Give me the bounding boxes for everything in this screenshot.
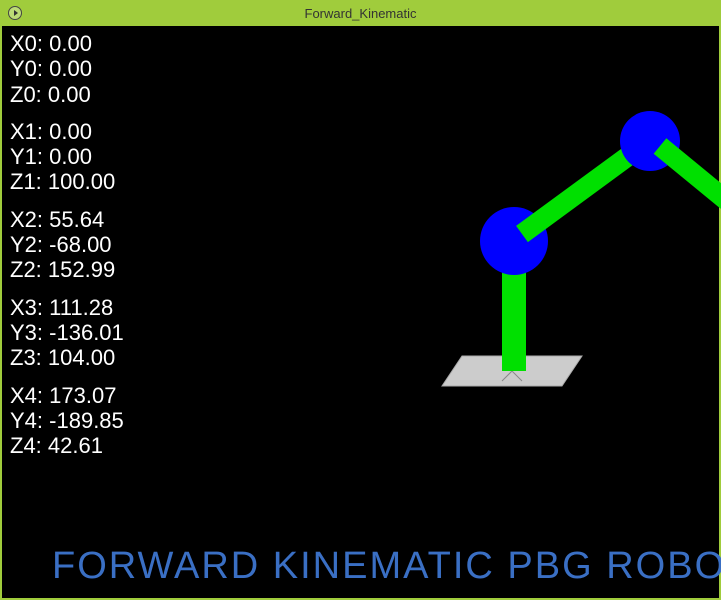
play-icon[interactable] — [8, 6, 22, 20]
y4-label: Y4: — [10, 408, 43, 433]
x3-label: X3: — [10, 295, 43, 320]
y0-label: Y0: — [10, 56, 43, 81]
z4-label: Z4: — [10, 433, 42, 458]
y2-label: Y2: — [10, 232, 43, 257]
titlebar[interactable]: Forward_Kinematic — [0, 0, 721, 26]
z2-label: Z2: — [10, 257, 42, 282]
z3-value: 104.00 — [48, 345, 115, 370]
z2-value: 152.99 — [48, 257, 115, 282]
joint-1-group: X1: 0.00 Y1: 0.00 Z1: 100.00 — [10, 119, 124, 195]
link-0 — [502, 251, 526, 371]
viewport-3d[interactable]: X0: 0.00 Y0: 0.00 Z0: 0.00 X1: 0.00 Y1: … — [0, 26, 721, 600]
y3-label: Y3: — [10, 320, 43, 345]
coordinates-readout: X0: 0.00 Y0: 0.00 Z0: 0.00 X1: 0.00 Y1: … — [10, 31, 124, 470]
z1-value: 100.00 — [48, 169, 115, 194]
joint-2-group: X2: 55.64 Y2: -68.00 Z2: 152.99 — [10, 207, 124, 283]
y1-value: 0.00 — [49, 144, 92, 169]
axis-mark-2 — [502, 371, 512, 381]
axis-mark-1 — [512, 371, 522, 381]
link-2 — [660, 146, 721, 201]
z4-value: 42.61 — [48, 433, 103, 458]
x4-value: 173.07 — [49, 383, 116, 408]
link-1 — [522, 146, 642, 234]
x4-label: X4: — [10, 383, 43, 408]
x0-value: 0.00 — [49, 31, 92, 56]
base-plate — [442, 356, 582, 386]
joint-elbow — [620, 111, 680, 171]
z1-label: Z1: — [10, 169, 42, 194]
y4-value: -189.85 — [49, 408, 124, 433]
y2-value: -68.00 — [49, 232, 111, 257]
joint-3-group: X3: 111.28 Y3: -136.01 Z3: 104.00 — [10, 295, 124, 371]
app-window: Forward_Kinematic X0: 0.00 Y0: 0.00 Z0: … — [0, 0, 721, 600]
y1-label: Y1: — [10, 144, 43, 169]
x3-value: 111.28 — [49, 295, 113, 320]
joint-0-group: X0: 0.00 Y0: 0.00 Z0: 0.00 — [10, 31, 124, 107]
x1-label: X1: — [10, 119, 43, 144]
x1-value: 0.00 — [49, 119, 92, 144]
y3-value: -136.01 — [49, 320, 124, 345]
z3-label: Z3: — [10, 345, 42, 370]
robot-arm-render — [382, 86, 721, 446]
joint-4-group: X4: 173.07 Y4: -189.85 Z4: 42.61 — [10, 383, 124, 459]
z0-label: Z0: — [10, 82, 42, 107]
joint-shoulder — [480, 207, 548, 275]
footer-banner: FORWARD KINEMATIC PBG ROBOT — [52, 545, 721, 588]
play-triangle-glyph — [14, 10, 18, 16]
y0-value: 0.00 — [49, 56, 92, 81]
x0-label: X0: — [10, 31, 43, 56]
x2-label: X2: — [10, 207, 43, 232]
window-title: Forward_Kinematic — [305, 6, 417, 21]
x2-value: 55.64 — [49, 207, 104, 232]
z0-value: 0.00 — [48, 82, 91, 107]
